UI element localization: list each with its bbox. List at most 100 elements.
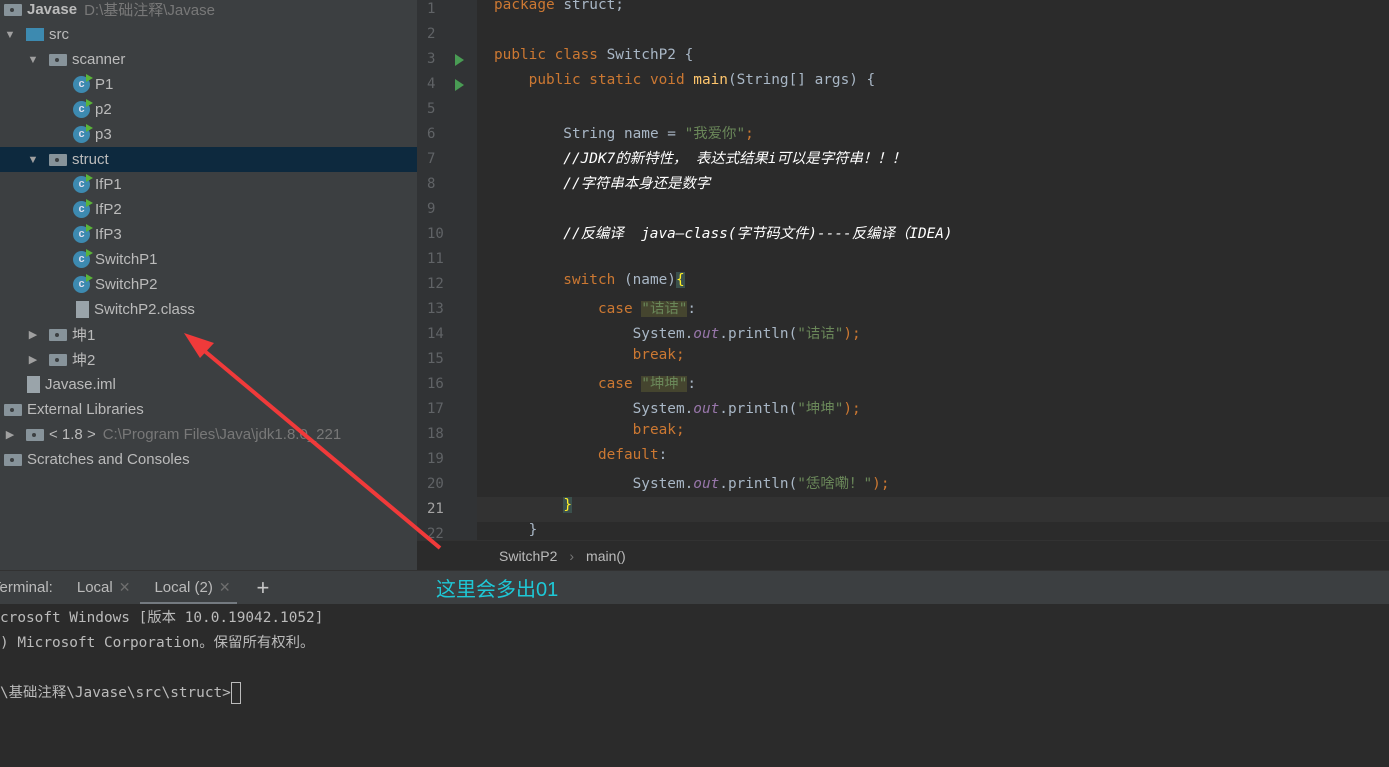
iml-file-icon bbox=[27, 376, 40, 393]
code-line: public class SwitchP2 { bbox=[494, 47, 1389, 72]
tab-label: Local bbox=[76, 579, 113, 596]
tree-item-path: D:\基础注释\Javase bbox=[84, 2, 215, 19]
line-number: 17 bbox=[427, 401, 444, 417]
code-line: String name = "我爱你"; bbox=[494, 122, 1389, 147]
code-token: "我爱你" bbox=[684, 126, 746, 142]
class-icon: c bbox=[73, 124, 93, 143]
tree-item-label: Javase.iml bbox=[45, 376, 116, 393]
tree-item[interactable]: c IfP3 bbox=[0, 222, 417, 247]
expand-toggle-icon[interactable]: ▼ bbox=[4, 29, 16, 41]
terminal-line: ) Microsoft Corporation。保留所有权利。 bbox=[0, 635, 315, 651]
code-token: public static void bbox=[494, 72, 694, 88]
terminal-output[interactable]: crosoft Windows [版本 10.0.19042.1052] ) M… bbox=[0, 604, 1389, 767]
close-icon[interactable]: ✕ bbox=[219, 579, 231, 596]
tree-item-label: struct bbox=[72, 151, 109, 168]
code-token: struct; bbox=[554, 0, 624, 13]
code-token: System. bbox=[494, 401, 694, 417]
tree-item[interactable]: ▶ 坤1 bbox=[0, 322, 417, 347]
terminal-tab-local[interactable]: Local ✕ bbox=[77, 571, 131, 605]
line-number: 18 bbox=[427, 426, 444, 442]
expand-toggle-icon[interactable]: ▶ bbox=[4, 428, 16, 441]
tree-item-label: src bbox=[49, 26, 69, 43]
tree-item-label: SwitchP1 bbox=[95, 251, 158, 268]
tree-item[interactable]: Scratches and Consoles bbox=[0, 447, 417, 472]
tree-item[interactable]: c P1 bbox=[0, 72, 417, 97]
tree-item[interactable]: c SwitchP2 bbox=[0, 272, 417, 297]
code-token: //JDK7的新特性， 表达式结果i可以是字符串！！！ bbox=[494, 151, 907, 167]
code-token: "坤坤" bbox=[641, 376, 688, 392]
tree-item[interactable]: ▶ < 1.8 > C:\Program Files\Java\jdk1.8.0_2… bbox=[0, 422, 417, 447]
package-icon bbox=[49, 53, 67, 66]
code-line: //字符串本身还是数字 bbox=[494, 172, 1389, 197]
code-token: .println( bbox=[719, 326, 798, 342]
expand-toggle-icon[interactable]: ▼ bbox=[27, 154, 39, 166]
terminal-tab-bar: Terminal: Local ✕ Local (2) ✕ + bbox=[0, 570, 1389, 605]
code-line: } bbox=[494, 522, 1389, 540]
expand-toggle-icon[interactable]: ▼ bbox=[27, 54, 39, 66]
code-token: "坤坤" bbox=[797, 401, 844, 417]
code-token: switch bbox=[494, 272, 624, 288]
expand-toggle-icon[interactable]: ▶ bbox=[27, 353, 39, 366]
line-number: 9 bbox=[427, 201, 436, 217]
code-token: //反编译 java—class(字节码文件)----反编译（IDEA) bbox=[494, 226, 953, 242]
close-icon[interactable]: ✕ bbox=[119, 579, 131, 596]
terminal-tab-local-2[interactable]: Local (2) ✕ bbox=[140, 571, 237, 605]
class-file-icon bbox=[76, 301, 89, 318]
code-line: } bbox=[494, 497, 1389, 522]
tree-item[interactable]: ▼ struct bbox=[0, 147, 417, 172]
code-line: System.out.println("坤坤"); bbox=[494, 397, 1389, 422]
code-token: : bbox=[658, 447, 668, 463]
breadcrumb-method[interactable]: main() bbox=[586, 548, 626, 564]
tree-item-label: P1 bbox=[95, 76, 114, 93]
new-tab-plus-icon[interactable]: + bbox=[257, 575, 270, 601]
code-line: //JDK7的新特性， 表达式结果i可以是字符串！！！ bbox=[494, 147, 1389, 172]
expand-toggle-icon[interactable]: ▶ bbox=[27, 328, 39, 341]
code-token: break; bbox=[494, 422, 685, 438]
code-line: break; bbox=[494, 347, 1389, 372]
line-number: 22 bbox=[427, 526, 444, 540]
code-token: ); bbox=[843, 326, 861, 342]
code-token: ; bbox=[745, 126, 754, 142]
tree-item[interactable]: c IfP1 bbox=[0, 172, 417, 197]
breadcrumb-class[interactable]: SwitchP2 bbox=[499, 548, 557, 564]
tree-item-label: IfP2 bbox=[95, 201, 122, 218]
line-number: 5 bbox=[427, 101, 436, 117]
tree-item-label: 坤2 bbox=[72, 352, 96, 369]
tree-item[interactable]: Javase.iml bbox=[0, 372, 417, 397]
terminal-prompt: \基础注释\Javase\src\struct> bbox=[0, 681, 241, 706]
class-icon: c bbox=[73, 74, 93, 93]
tree-item[interactable]: c p2 bbox=[0, 97, 417, 122]
tree-item[interactable]: ▶ 坤2 bbox=[0, 347, 417, 372]
code-token: main bbox=[693, 72, 728, 88]
class-icon: c bbox=[73, 199, 93, 218]
tree-item[interactable]: c p3 bbox=[0, 122, 417, 147]
prompt-text: \基础注释\Javase\src\struct> bbox=[0, 685, 231, 701]
tree-item[interactable]: c SwitchP1 bbox=[0, 247, 417, 272]
code-token: SwitchP2 { bbox=[606, 47, 694, 63]
code-token: package bbox=[494, 0, 555, 13]
line-number: 11 bbox=[427, 251, 444, 267]
tree-item[interactable]: Javase D:\基础注释\Javase bbox=[0, 0, 417, 22]
code-line: break; bbox=[494, 422, 1389, 447]
breadcrumb: SwitchP2 › main() bbox=[417, 540, 1389, 570]
code-token: //字符串本身还是数字 bbox=[494, 176, 711, 192]
tree-item[interactable]: SwitchP2.class bbox=[0, 297, 417, 322]
code-token: default bbox=[494, 447, 659, 463]
line-number: 3 bbox=[427, 51, 436, 67]
line-number: 14 bbox=[427, 326, 444, 342]
tree-item[interactable]: ▼ src bbox=[0, 22, 417, 47]
code-token: case bbox=[494, 301, 642, 317]
tree-item[interactable]: ▼ scanner bbox=[0, 47, 417, 72]
code-token: : bbox=[687, 301, 697, 317]
run-gutter-icon[interactable] bbox=[455, 54, 464, 66]
code-editor[interactable]: 1 2 3 4 5 6 7 8 9 10 11 12 13 14 15 16 17 18 19 20 21 22 pack… bbox=[417, 0, 1389, 540]
run-gutter-icon[interactable] bbox=[455, 79, 464, 91]
tree-item[interactable]: c IfP2 bbox=[0, 197, 417, 222]
code-token: String name = bbox=[494, 126, 685, 142]
terminal-cursor bbox=[230, 682, 241, 704]
code-line: public static void main(String[] args) { bbox=[494, 72, 1389, 97]
code-line: System.out.println("诘诘"); bbox=[494, 322, 1389, 347]
tree-item[interactable]: External Libraries bbox=[0, 397, 417, 422]
